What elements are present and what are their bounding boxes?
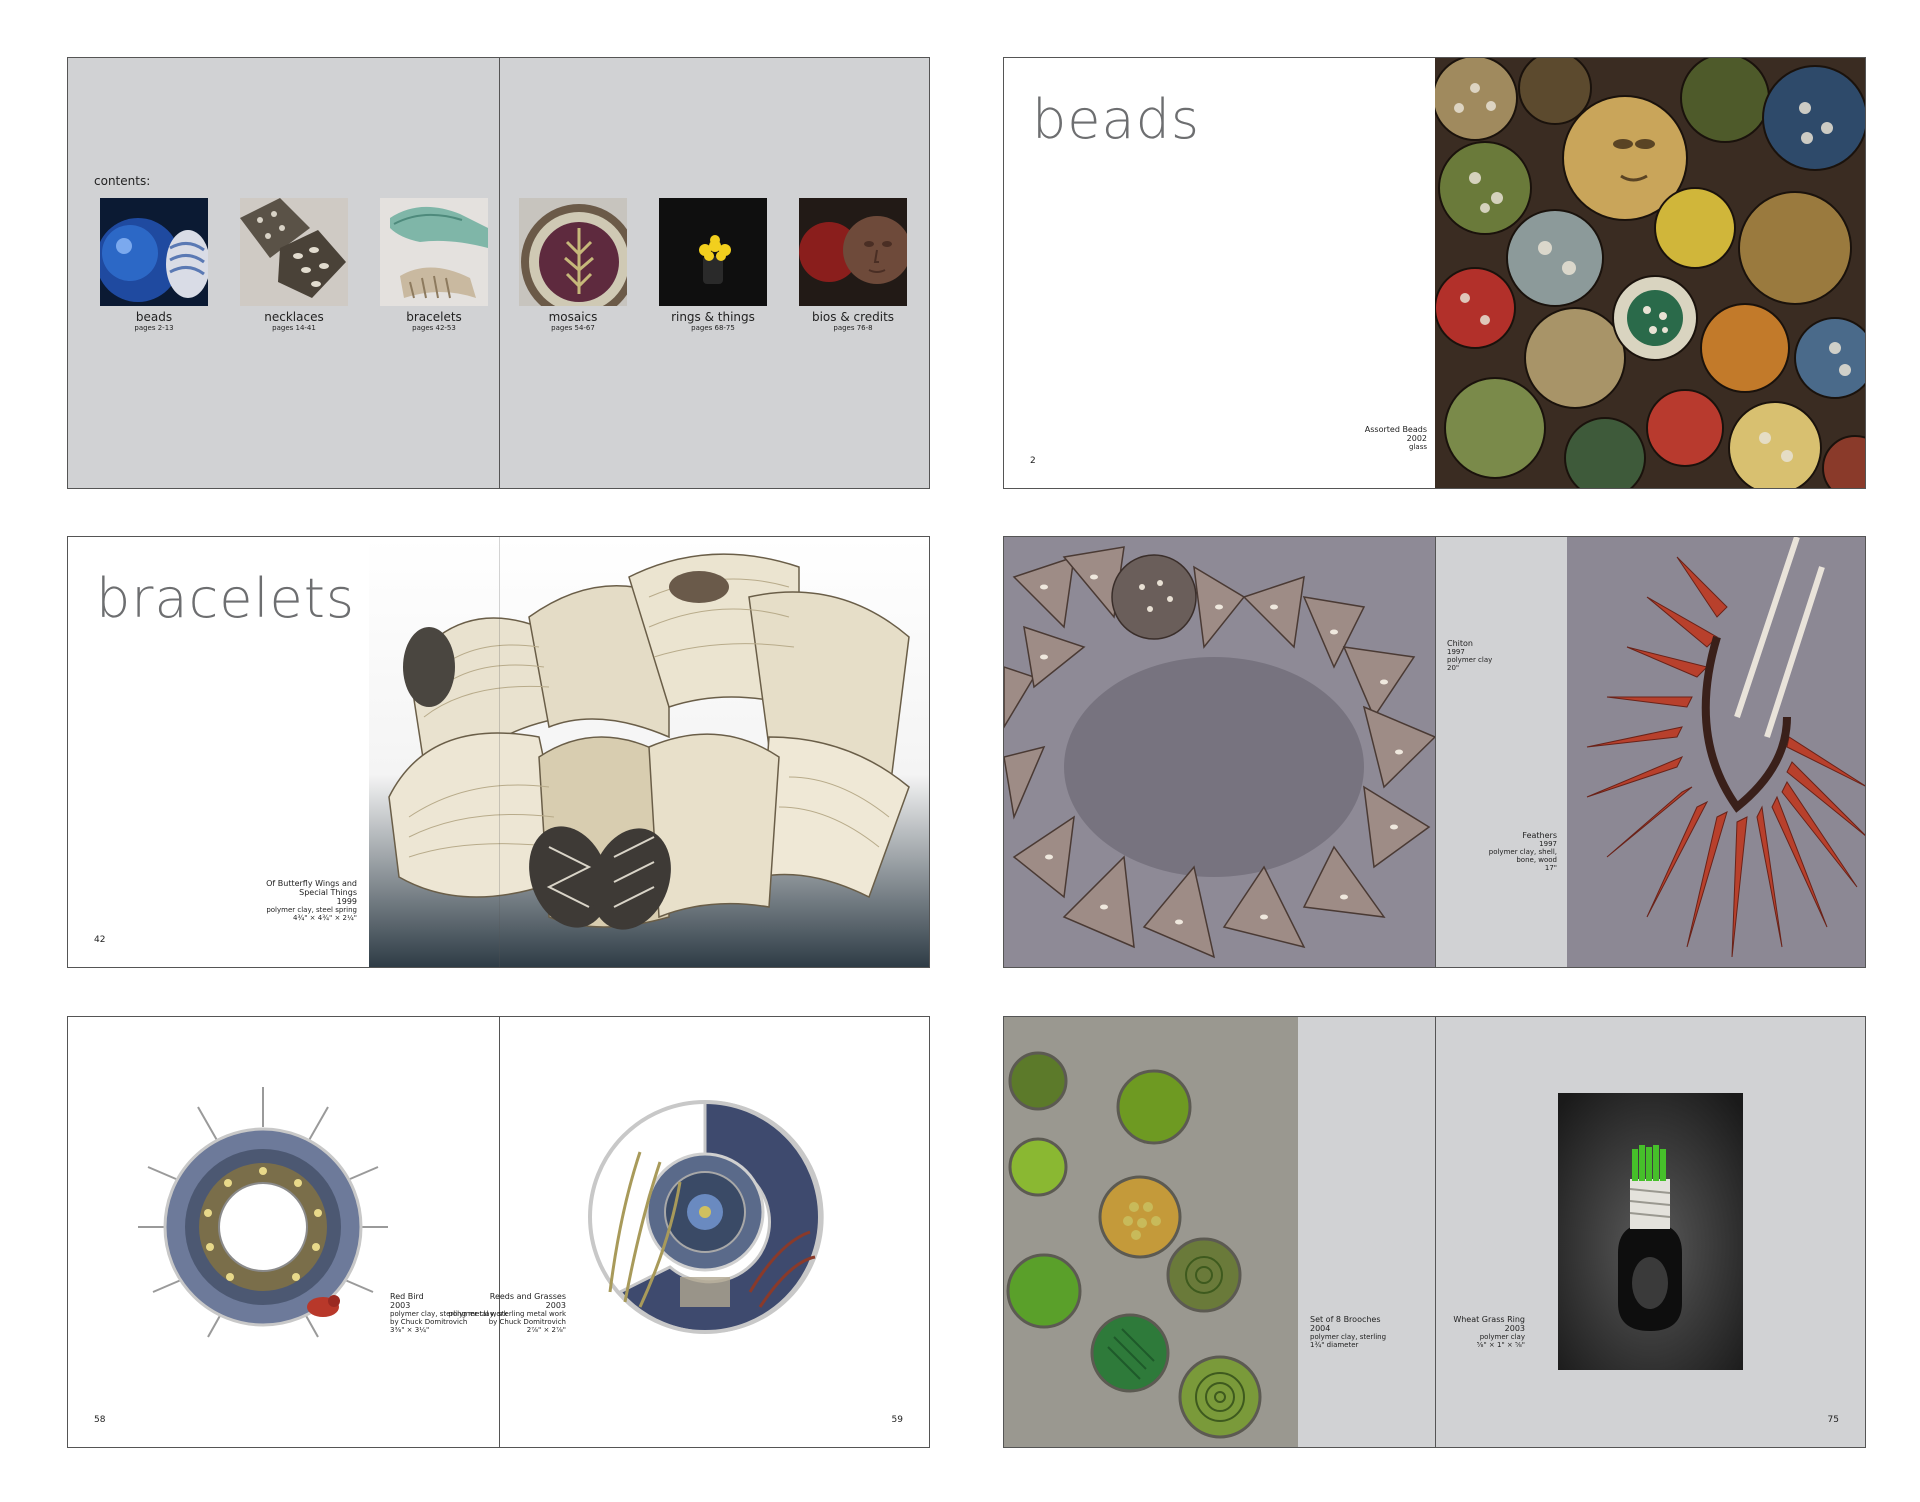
toc-item-bios[interactable]: bios & credits pages 76-8	[793, 198, 913, 332]
reeds-and-grasses-brooch-photo	[580, 1092, 830, 1342]
photo-caption-reeds: Reeds and Grasses 2003 polymer clay, ste…	[448, 1292, 566, 1334]
toc-pages: pages 54-67	[551, 324, 595, 332]
photo-caption-brooches: Set of 8 Brooches 2004 polymer clay, ste…	[1310, 1315, 1386, 1349]
contents-heading: contents:	[94, 174, 151, 188]
caption-size: 17"	[1544, 864, 1557, 872]
toc-label: bracelets	[406, 310, 462, 324]
rings-spread: Set of 8 Brooches 2004 polymer clay, ste…	[1003, 1016, 1866, 1448]
caption-medium: polymer clay, sterling	[1310, 1333, 1387, 1341]
page-number: 2	[1030, 456, 1036, 466]
red-bird-brooch-photo	[138, 1087, 388, 1347]
caption-title: Assorted Beads	[1364, 425, 1427, 434]
photo-caption: Assorted Beads 2002 glass	[1365, 425, 1427, 451]
caption-year: 1999	[336, 897, 357, 906]
toc-label: mosaics	[548, 310, 598, 324]
caption-size: ⅝" × 1" × ⅝"	[1476, 1341, 1525, 1349]
caption-medium: polymer clay, steel spring	[266, 906, 357, 914]
chiton-necklace-photo	[1004, 537, 1435, 967]
section-title: bracelets	[96, 567, 356, 630]
feathers-necklace-photo	[1567, 537, 1865, 967]
toc-label: rings & things	[671, 310, 755, 324]
page-number: 75	[1827, 1415, 1839, 1425]
photo-caption: Of Butterfly Wings and Special Things 19…	[266, 879, 357, 922]
caption-medium: polymer clay, sterling metal work	[448, 1310, 566, 1318]
photo-caption-wheat-grass: Wheat Grass Ring 2003 polymer clay ⅝" × …	[1453, 1315, 1525, 1349]
caption-size: 4¾" × 4¾" × 2¼"	[292, 914, 357, 922]
caption-title: Chiton	[1447, 639, 1473, 648]
caption-title-2: Special Things	[299, 888, 357, 897]
mosaics-spread: Red Bird 2003 polymer clay, sterling met…	[67, 1016, 930, 1448]
brooches-photo	[1004, 1017, 1298, 1447]
toc-label: bios & credits	[811, 310, 895, 324]
caption-size: 1¾" diameter	[1310, 1341, 1359, 1349]
butterfly-bracelet-photo	[369, 537, 929, 967]
caption-year: 2003	[1504, 1324, 1525, 1333]
toc-item-mosaics[interactable]: mosaics pages 54-67	[513, 198, 633, 332]
caption-credit: by Chuck Domitrovich	[488, 1318, 566, 1326]
wheat-grass-ring-photo	[1558, 1093, 1743, 1370]
caption-year: 1997	[1539, 840, 1557, 848]
toc-item-necklaces[interactable]: necklaces pages 14-41	[234, 198, 354, 332]
caption-year: 1997	[1447, 648, 1465, 656]
caption-title: Feathers	[1522, 831, 1557, 840]
toc-pages: pages 2-13	[134, 324, 174, 332]
spread-gutter	[1435, 1017, 1436, 1447]
caption-title: Wheat Grass Ring	[1453, 1315, 1525, 1324]
caption-year: 2004	[1310, 1324, 1331, 1333]
caption-title: Reeds and Grasses	[489, 1292, 566, 1301]
caption-medium-2: bone, wood	[1516, 856, 1557, 864]
spread-gutter	[1435, 537, 1436, 967]
caption-title: Of Butterfly Wings and	[266, 879, 357, 888]
toc-pages: pages 14-41	[272, 324, 316, 332]
bios-thumbnail	[799, 198, 907, 306]
page-number: 42	[94, 935, 106, 945]
bracelets-thumbnail	[380, 198, 488, 306]
caption-year: 2002	[1406, 434, 1427, 443]
beads-spread: beads Assorted Beads 2002 glass 2	[1003, 57, 1866, 489]
toc-item-rings[interactable]: rings & things pages 68-75	[653, 198, 773, 332]
toc-label: beads	[135, 310, 173, 324]
caption-size: 2⅞" × 2⅞"	[526, 1326, 566, 1334]
caption-medium: polymer clay	[1447, 656, 1493, 664]
caption-size: 20"	[1447, 664, 1460, 672]
assorted-beads-photo	[1435, 58, 1865, 488]
spread-gutter	[499, 537, 500, 967]
necklaces-thumbnail	[240, 198, 348, 306]
spread-gutter	[499, 58, 500, 488]
toc-pages: pages 42-53	[412, 324, 456, 332]
toc-pages: pages 68-75	[691, 324, 735, 332]
necklaces-spread: Chiton 1997 polymer clay 20" Feathers 19…	[1003, 536, 1866, 968]
contents-spread: contents: beads pages 2-13 necklaces pag…	[67, 57, 930, 489]
mosaics-thumbnail	[519, 198, 627, 306]
page-number-left: 58	[94, 1415, 106, 1425]
caption-year: 2003	[545, 1301, 566, 1310]
page-number-right: 59	[891, 1415, 903, 1425]
toc-pages: pages 76-8	[833, 324, 873, 332]
spread-gutter	[499, 1017, 500, 1447]
rings-thumbnail	[659, 198, 767, 306]
toc-item-bracelets[interactable]: bracelets pages 42-53	[374, 198, 494, 332]
photo-caption-chiton: Chiton 1997 polymer clay 20"	[1447, 639, 1492, 672]
caption-medium: glass	[1409, 443, 1427, 451]
section-title: beads	[1032, 88, 1201, 151]
toc-label: necklaces	[264, 310, 324, 324]
caption-title: Set of 8 Brooches	[1310, 1315, 1381, 1324]
caption-medium: polymer clay	[1479, 1333, 1525, 1341]
bracelets-spread: bracelets Of Butterfly Wings and Special…	[67, 536, 930, 968]
photo-caption-feathers: Feathers 1997 polymer clay, shell, bone,…	[1489, 831, 1557, 872]
beads-thumbnail	[100, 198, 208, 306]
caption-medium: polymer clay, shell,	[1488, 848, 1557, 856]
toc-item-beads[interactable]: beads pages 2-13	[94, 198, 214, 332]
